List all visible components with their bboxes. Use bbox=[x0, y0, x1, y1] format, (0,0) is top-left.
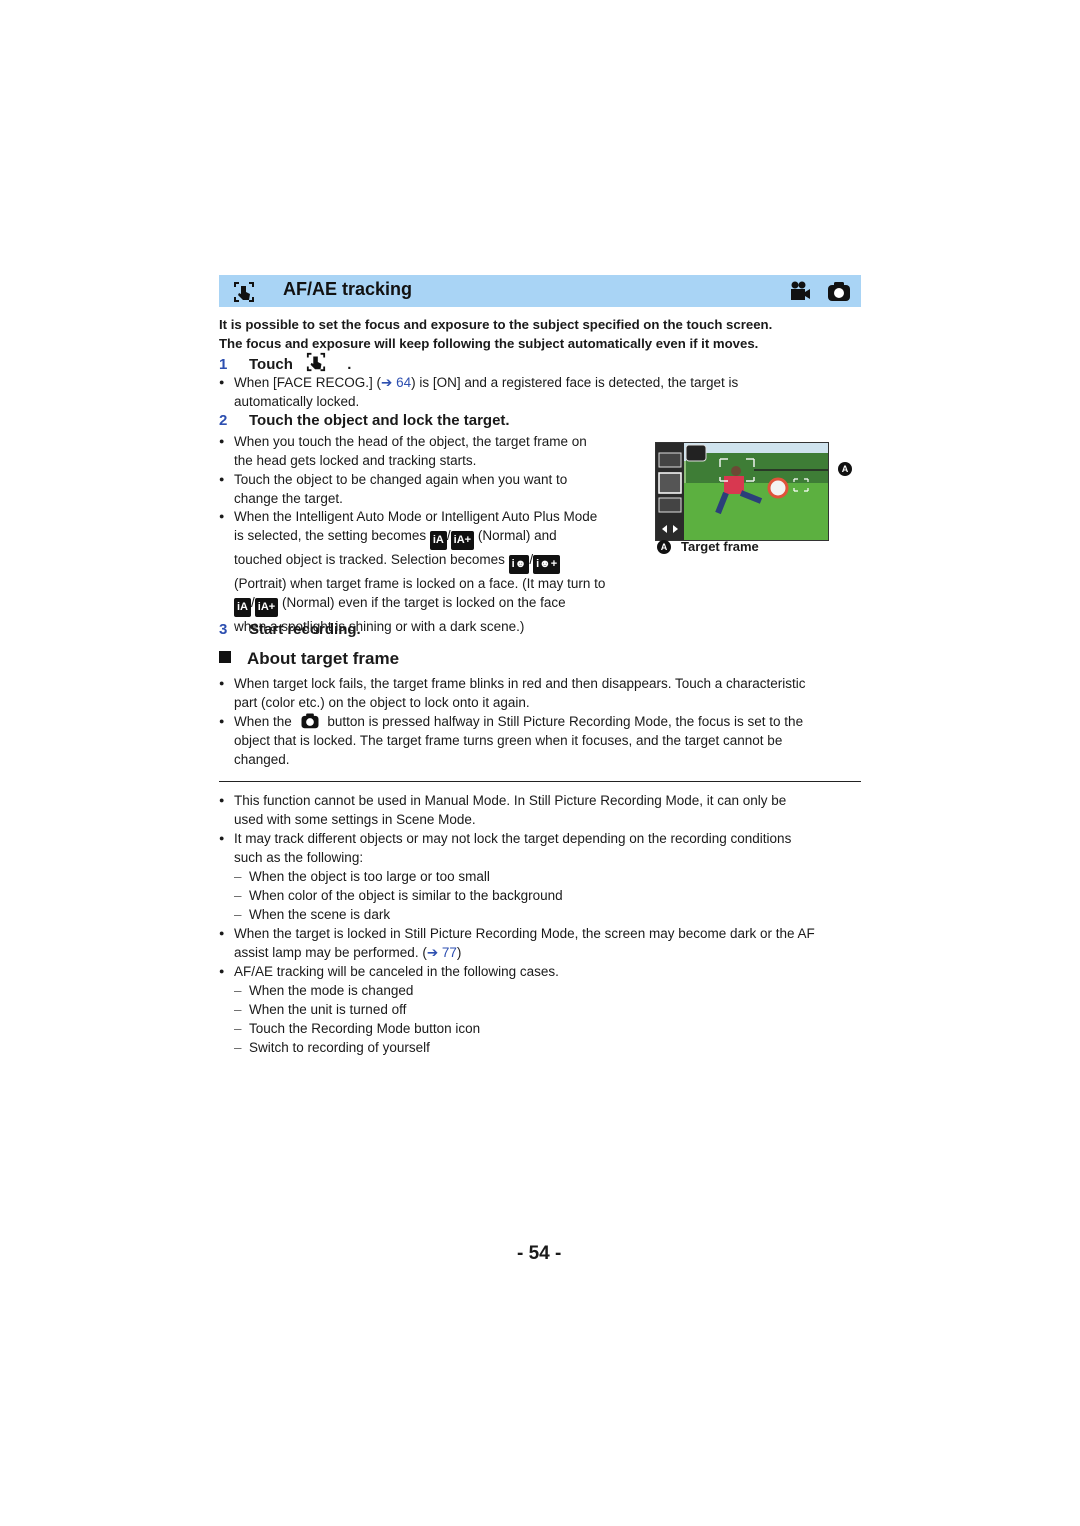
bullet-text: the head gets locked and tracking starts… bbox=[234, 453, 477, 468]
page-number: - 54 - bbox=[517, 1243, 562, 1264]
about-target-frame-heading: About target frame bbox=[219, 649, 399, 669]
step1-bullet: When [FACE RECOG.] (➔ 64) is [ON] and a … bbox=[219, 373, 854, 411]
still-camera-icon bbox=[828, 282, 850, 301]
bullet-text: Touch the object to be changed again whe… bbox=[234, 472, 568, 487]
section-title: AF/AE tracking bbox=[283, 279, 413, 299]
portrait-icon: i☻ bbox=[508, 555, 530, 574]
bullet-text: This function cannot be used in Manual M… bbox=[234, 793, 787, 808]
callout-marker: A bbox=[838, 462, 852, 476]
step2-bullet: Touch the object to be changed again whe… bbox=[219, 470, 567, 508]
about-bullet: When target lock fails, the target frame… bbox=[219, 674, 864, 712]
note-dash-item: When the unit is turned off bbox=[234, 1000, 406, 1019]
camera-screen-illustration bbox=[656, 443, 828, 540]
about-bullet: When the button is pressed halfway in St… bbox=[219, 712, 864, 769]
figure-callout-a: A bbox=[838, 460, 862, 478]
portrait-plus-icon: i☻+ bbox=[533, 555, 561, 574]
intro-text: It is possible to set the focus and expo… bbox=[219, 315, 861, 353]
step-1: 1 Touch . bbox=[219, 352, 351, 375]
bullet-text: It may track different objects or may no… bbox=[234, 831, 792, 846]
square-bullet-icon bbox=[219, 651, 231, 663]
bullet-text: used with some settings in Scene Mode. bbox=[234, 812, 476, 827]
bullet-text: When you touch the head of the object, t… bbox=[234, 434, 587, 449]
step-label: Touch the object and lock the target. bbox=[249, 412, 510, 429]
note-bullet: It may track different objects or may no… bbox=[219, 829, 864, 867]
bullet-text: AF/AE tracking will be canceled in the f… bbox=[234, 964, 559, 979]
step-number: 3 bbox=[219, 621, 228, 638]
bullet-text: When target lock fails, the target frame… bbox=[234, 676, 806, 691]
manual-page: AF/AE tracking It is possible to set the… bbox=[219, 275, 861, 1264]
step-2: 2 Touch the object and lock the target. bbox=[219, 411, 510, 431]
intelligent-auto-plus-icon: iA+ bbox=[254, 598, 279, 617]
bullet-text: ) bbox=[456, 945, 462, 960]
bullet-text: When the Intelligent Auto Mode or Intell… bbox=[234, 509, 598, 524]
page-link-77[interactable]: ➔ 77 bbox=[427, 945, 457, 960]
bullet-text: part (color etc.) on the object to lock … bbox=[234, 695, 530, 710]
bullet-text: When the target is locked in Still Pictu… bbox=[234, 926, 815, 941]
note-dash-item: When the mode is changed bbox=[234, 981, 413, 1000]
intro-line: It is possible to set the focus and expo… bbox=[219, 317, 773, 332]
touch-tracking-icon bbox=[234, 282, 254, 302]
note-bullet: This function cannot be used in Manual M… bbox=[219, 791, 864, 829]
video-camera-icon bbox=[791, 281, 810, 300]
note-bullet: AF/AE tracking will be canceled in the f… bbox=[219, 962, 864, 981]
step-number: 1 bbox=[219, 356, 228, 373]
intro-line: The focus and exposure will keep followi… bbox=[219, 336, 759, 351]
bullet-text: (Normal) even if the target is locked on… bbox=[281, 595, 566, 610]
step-label: Touch bbox=[249, 356, 293, 373]
step2-bullet: When the Intelligent Auto Mode or Intell… bbox=[219, 507, 605, 636]
note-dash-item: When color of the object is similar to t… bbox=[234, 886, 563, 905]
bullet-text: such as the following: bbox=[234, 850, 364, 865]
step2-bullet: When you touch the head of the object, t… bbox=[219, 432, 587, 470]
still-camera-icon bbox=[301, 713, 319, 729]
camera-screen-figure bbox=[655, 442, 829, 541]
touch-tracking-icon bbox=[306, 352, 326, 372]
section-header: AF/AE tracking bbox=[219, 275, 861, 307]
divider bbox=[219, 781, 861, 782]
intelligent-auto-icon: iA bbox=[234, 598, 251, 617]
bullet-text: changed. bbox=[234, 752, 290, 767]
bullet-text: When the bbox=[234, 714, 292, 729]
bullet-text: is selected, the setting becomes bbox=[234, 528, 427, 543]
bullet-text: automatically locked. bbox=[234, 394, 360, 409]
bullet-text: object that is locked. The target frame … bbox=[234, 733, 783, 748]
intelligent-auto-plus-icon: iA+ bbox=[450, 531, 475, 550]
step-label: Start recording. bbox=[249, 621, 361, 638]
note-dash-item: When the scene is dark bbox=[234, 905, 390, 924]
bullet-text: change the target. bbox=[234, 491, 343, 506]
bullet-text: When [FACE RECOG.] ( bbox=[234, 375, 382, 390]
bullet-text: button is pressed halfway in Still Pictu… bbox=[327, 714, 804, 729]
caption-text: Target frame bbox=[681, 539, 759, 554]
note-dash-item: Switch to recording of yourself bbox=[234, 1038, 430, 1057]
mode-icons bbox=[787, 280, 851, 302]
bullet-text: assist lamp may be performed. ( bbox=[234, 945, 427, 960]
step-number: 2 bbox=[219, 412, 228, 429]
note-dash-item: Touch the Recording Mode button icon bbox=[234, 1019, 480, 1038]
bullet-text: touched object is tracked. Selection bec… bbox=[234, 552, 505, 567]
bullet-text: ) is [ON] and a registered face is detec… bbox=[411, 375, 739, 390]
subhead-text: About target frame bbox=[247, 649, 400, 668]
step-suffix: . bbox=[347, 356, 352, 373]
figure-caption: A Target frame bbox=[657, 539, 759, 554]
caption-marker: A bbox=[657, 540, 671, 554]
note-bullet: When the target is locked in Still Pictu… bbox=[219, 924, 864, 962]
note-dash-item: When the object is too large or too smal… bbox=[234, 867, 490, 886]
intelligent-auto-icon: iA bbox=[429, 531, 447, 550]
bullet-text: (Portrait) when target frame is locked o… bbox=[234, 576, 606, 591]
step-3: 3 Start recording. bbox=[219, 620, 361, 640]
page-link-64[interactable]: ➔ 64 bbox=[381, 375, 411, 390]
bullet-text: (Normal) and bbox=[477, 528, 557, 543]
